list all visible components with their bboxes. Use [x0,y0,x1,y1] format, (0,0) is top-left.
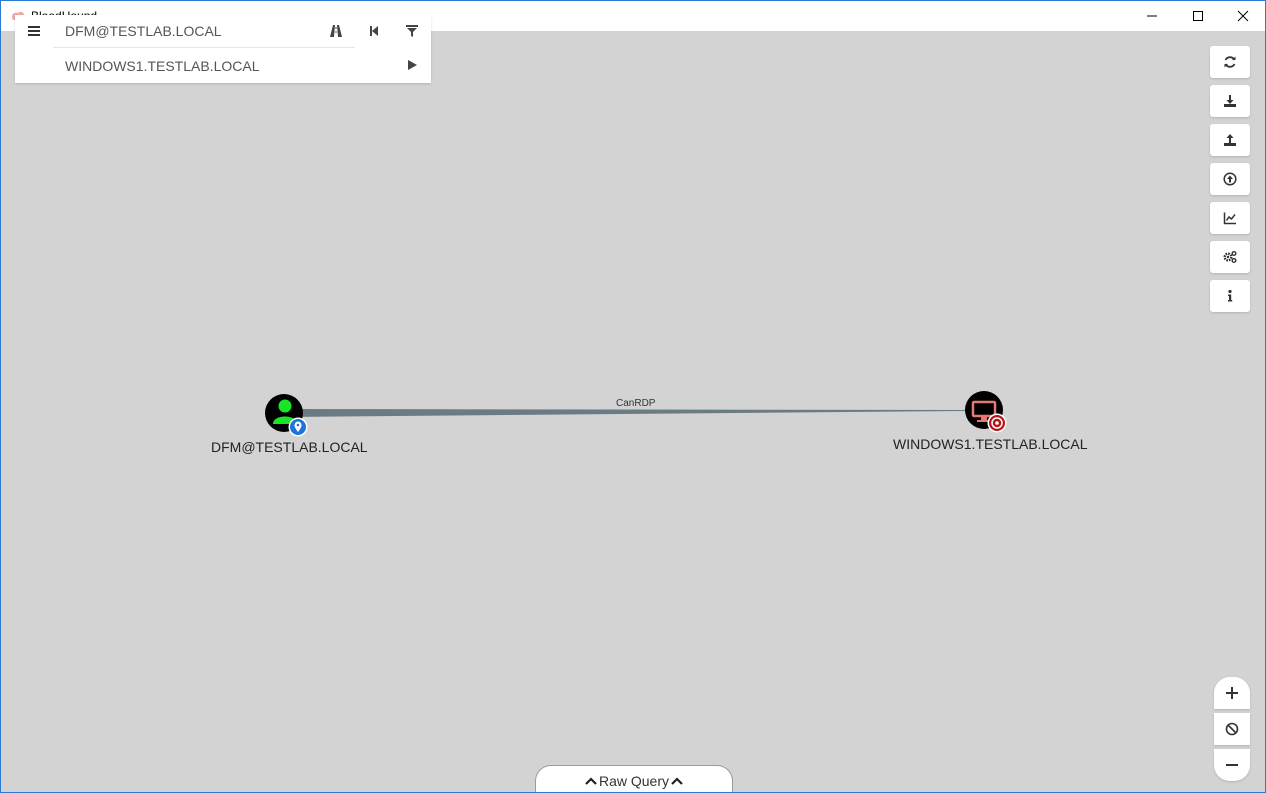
pathfinding-button[interactable] [317,15,355,47]
edge-canrdp[interactable] [285,409,965,417]
raw-query-toggle[interactable]: Raw Query [535,765,733,792]
about-button[interactable] [1210,280,1250,312]
filter-button[interactable] [393,15,431,47]
start-node-input[interactable]: DFM@TESTLAB.LOCAL [53,15,355,48]
target-node-input[interactable]: WINDOWS1.TESTLAB.LOCAL [53,49,355,82]
import-icon [1224,134,1236,146]
refresh-icon [1224,56,1236,68]
close-icon [1237,10,1249,22]
minimize-icon [1147,15,1157,17]
edge-label: CanRDP [616,398,656,409]
graph-svg [265,391,1007,437]
zoom-out-button[interactable] [1214,749,1250,781]
database-info-icon [1223,212,1236,225]
start-marker-icon [288,417,308,437]
play-button[interactable] [393,49,431,81]
reset-zoom-button[interactable] [1214,713,1250,745]
step-backward-icon [370,26,378,36]
app-window: BloodHound [0,0,1266,793]
target-node-label: WINDOWS1.TESTLAB.LOCAL [893,436,1088,452]
graph-canvas[interactable]: CanRDP DFM@TESTLAB.LOCAL WINDOWS1.TESTLA… [1,31,1265,792]
pathfinding-panel: DFM@TESTLAB.LOCAL WINDOWS1.TESTLAB.LOCAL [15,15,431,83]
filter-icon [406,25,418,37]
export-graph-button[interactable] [1210,85,1250,117]
maximize-button[interactable] [1175,1,1221,31]
maximize-icon [1193,11,1203,21]
close-button[interactable] [1220,1,1265,31]
menu-button[interactable] [15,15,53,47]
raw-query-label: Raw Query [598,772,670,789]
import-graph-button[interactable] [1210,124,1250,156]
database-info-button[interactable] [1210,202,1250,234]
ban-icon [1225,722,1239,736]
plus-icon [1226,687,1238,699]
target-marker-icon [987,413,1007,433]
minimize-button[interactable] [1129,1,1175,31]
back-button[interactable] [355,15,393,47]
chevron-up-icon [671,776,683,785]
minus-icon [1226,764,1238,766]
hamburger-menu-icon [28,26,40,36]
settings-icon [1223,251,1237,263]
about-icon [1228,289,1233,302]
settings-button[interactable] [1210,241,1250,273]
road-icon [330,25,342,37]
zoom-in-button[interactable] [1214,677,1250,709]
refresh-button[interactable] [1210,46,1250,78]
node-computer[interactable] [965,391,1007,433]
upload-data-button[interactable] [1210,163,1250,195]
chevron-up-icon [585,776,597,785]
export-icon [1224,95,1236,107]
upload-data-icon [1223,172,1237,186]
node-user[interactable] [265,394,308,437]
source-node-label: DFM@TESTLAB.LOCAL [211,439,368,455]
play-icon [408,60,417,70]
